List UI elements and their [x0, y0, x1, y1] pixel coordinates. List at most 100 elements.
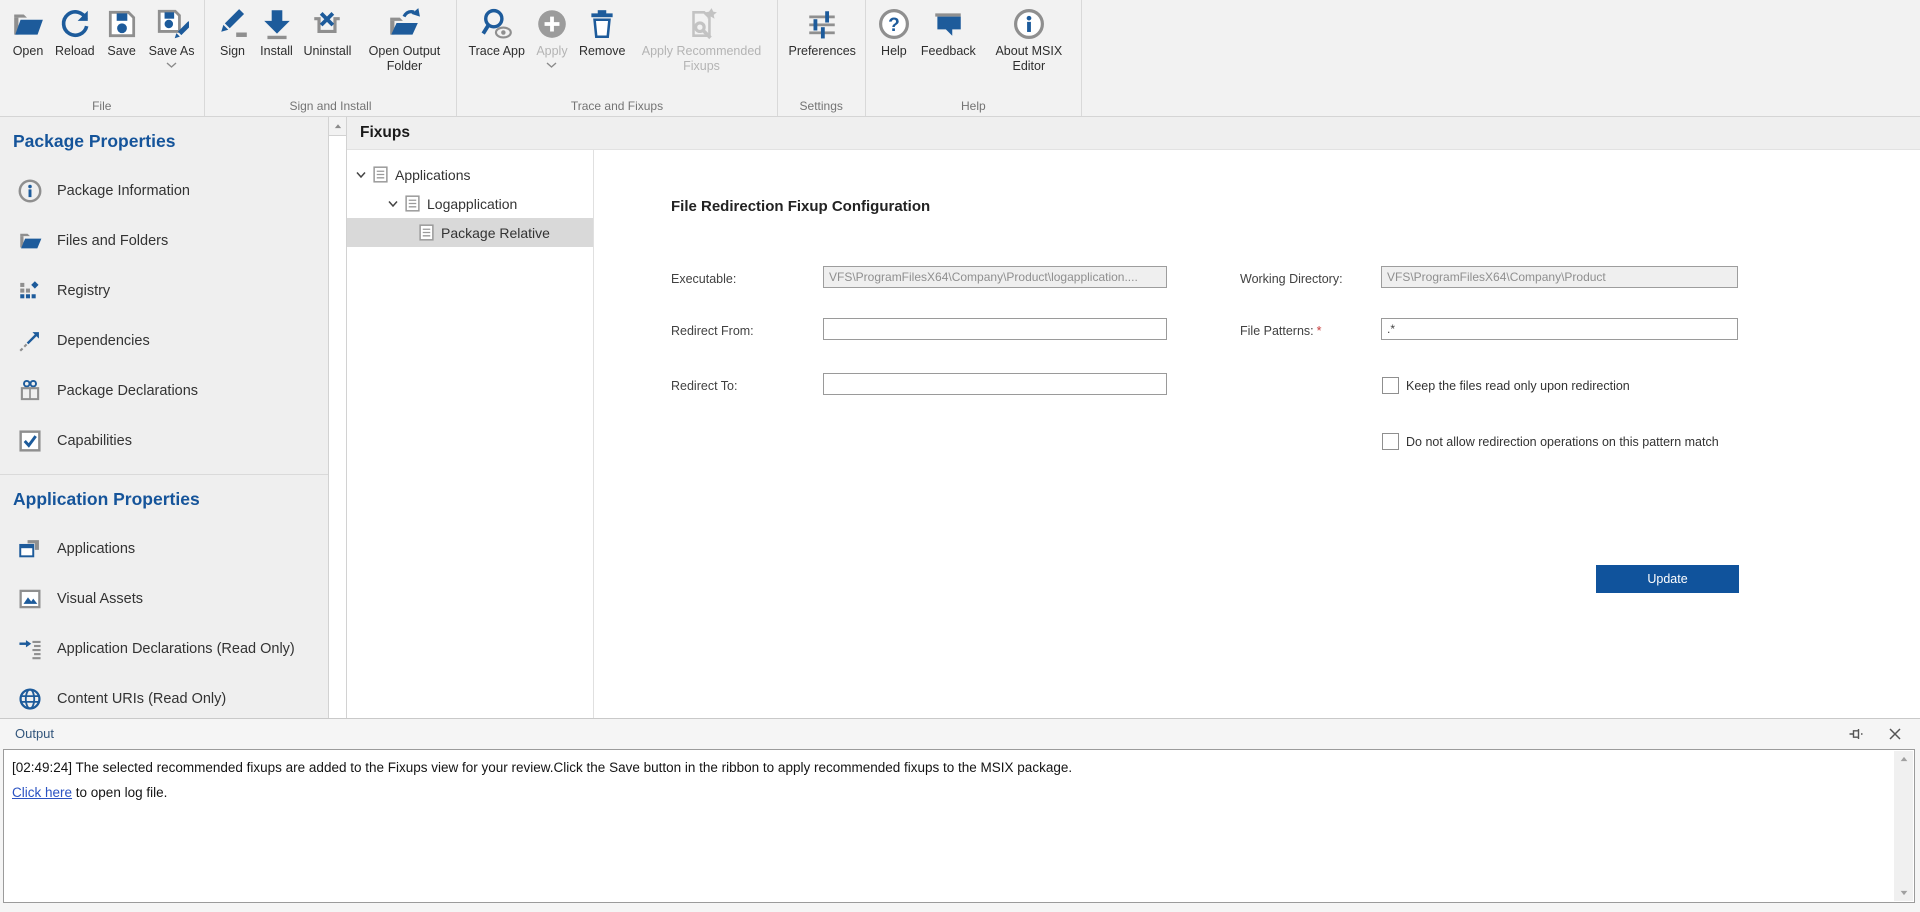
remove-button[interactable]: Remove [574, 5, 631, 61]
log-link[interactable]: Click here [12, 785, 72, 800]
save-button[interactable]: Save [100, 5, 144, 61]
ribbon-button-label: Preferences [789, 44, 856, 59]
ribbon-group-help: ?HelpFeedbackAbout MSIX EditorHelp [866, 0, 1082, 116]
sidebar-item-label: Dependencies [57, 333, 150, 349]
ribbon-button-label: Apply Recommended Fixups [636, 44, 768, 73]
install-button[interactable]: Install [255, 5, 299, 61]
scroll-up-icon [1899, 755, 1909, 763]
sidebar-heading-package-properties: Package Properties [13, 131, 328, 152]
fixups-header: Fixups [347, 117, 1920, 150]
ribbon-group-file: OpenReloadSaveSave AsFile [0, 0, 205, 116]
sidebar-item-label: Package Declarations [57, 383, 198, 399]
scroll-up-button[interactable] [329, 117, 346, 136]
sidebar-item-applications[interactable]: Applications [0, 524, 328, 574]
checkbox-label: Do not allow redirection operations on t… [1406, 435, 1719, 449]
redirect-from-label: Redirect From: [671, 324, 754, 338]
ribbon-button-label: Sign [220, 44, 245, 59]
uninstall-icon [310, 7, 344, 41]
tree-item-logapplication[interactable]: Logapplication [347, 189, 593, 218]
form-heading: File Redirection Fixup Configuration [671, 198, 930, 215]
sidebar-item-visual-assets[interactable]: Visual Assets [0, 574, 328, 624]
tree-item-label: Logapplication [427, 196, 517, 212]
tree-expander-icon[interactable] [387, 200, 399, 208]
ribbon-buttons: Trace AppApplyRemoveApply Recommended Fi… [463, 5, 772, 75]
tree-item-package-relative[interactable]: Package Relative [347, 218, 593, 247]
apply-icon [535, 7, 569, 41]
ribbon-button-label: Remove [579, 44, 626, 59]
trace-app-button[interactable]: Trace App [463, 5, 530, 61]
sidebar-item-dependencies[interactable]: Dependencies [0, 316, 328, 366]
file-patterns-input[interactable] [1381, 318, 1738, 340]
redirect-to-input[interactable] [823, 373, 1167, 395]
ribbon: OpenReloadSaveSave AsFileSignInstallUnin… [0, 0, 1920, 117]
apply-recommended-fixups-icon [685, 7, 719, 41]
pin-icon[interactable] [1848, 726, 1864, 742]
ribbon-group-caption: Trace and Fixups [457, 99, 776, 113]
redirect-from-input[interactable] [823, 318, 1167, 340]
sidebar-item-capabilities[interactable]: Capabilities [0, 416, 328, 466]
tree-item-label: Applications [395, 167, 471, 183]
save-as-button[interactable]: Save As [144, 5, 200, 70]
sign-button[interactable]: Sign [211, 5, 255, 61]
checkbox-keep-the-files-read-only-upon-redirection[interactable]: Keep the files read only upon redirectio… [1382, 377, 1630, 394]
log-line-1: [02:49:24] The selected recommended fixu… [12, 755, 1884, 780]
file-patterns-label: File Patterns:* [1240, 324, 1322, 338]
preferences-button[interactable]: Preferences [784, 5, 861, 61]
close-icon[interactable] [1888, 727, 1902, 741]
uninstall-button[interactable]: Uninstall [299, 5, 357, 61]
files-folders-icon [17, 228, 43, 254]
ribbon-group-caption: Sign and Install [205, 99, 457, 113]
tree-item-label: Package Relative [441, 225, 550, 241]
checkbox-do-not-allow-redirection-operations-on-this-pattern-match[interactable]: Do not allow redirection operations on t… [1382, 433, 1719, 450]
redirect-to-label: Redirect To: [671, 379, 737, 393]
sidebar-item-label: Registry [57, 283, 110, 299]
output-header: Output [0, 719, 1920, 749]
working-directory-input [1381, 266, 1738, 288]
save-as-icon [155, 7, 189, 41]
help-button[interactable]: ?Help [872, 5, 916, 61]
sidebar-item-package-declarations[interactable]: Package Declarations [0, 366, 328, 416]
ribbon-group-caption: Settings [778, 99, 865, 113]
output-panel: Output [02:49:24] The selected recommend… [0, 718, 1920, 912]
document-icon [373, 166, 388, 183]
ribbon-button-label: Save [107, 44, 136, 59]
feedback-button[interactable]: Feedback [916, 5, 981, 61]
save-icon [105, 7, 139, 41]
tree-expander-icon[interactable] [355, 171, 367, 179]
chevron-down-icon [546, 62, 557, 68]
about-msix-editor-button[interactable]: About MSIX Editor [981, 5, 1077, 75]
sidebar-item-label: Content URIs (Read Only) [57, 691, 226, 707]
sidebar-item-package-information[interactable]: Package Information [0, 166, 328, 216]
open-output-folder-button[interactable]: Open Output Folder [356, 5, 452, 75]
open-button[interactable]: Open [6, 5, 50, 61]
sidebar: Package Properties Package InformationFil… [0, 117, 328, 718]
sidebar-item-label: Application Declarations (Read Only) [57, 641, 295, 657]
sidebar-item-files-and-folders[interactable]: Files and Folders [0, 216, 328, 266]
sidebar-item-content-uris-read-only[interactable]: Content URIs (Read Only) [0, 674, 328, 718]
log-line-2: Click here to open log file. [12, 780, 1884, 805]
ribbon-group-settings: Preferences Settings [778, 0, 866, 116]
about-icon [1012, 7, 1046, 41]
main-body: Applications Logapplication Package Relati… [347, 150, 1920, 718]
sidebar-item-label: Visual Assets [57, 591, 143, 607]
ribbon-buttons: OpenReload Save Save As [6, 5, 200, 70]
sidebar-scrollbar[interactable] [328, 117, 347, 718]
feedback-icon [931, 7, 965, 41]
ribbon-group-sign-and-install: Sign Install Uninstall Open Output Folder Si… [205, 0, 458, 116]
open-output-folder-icon [387, 7, 421, 41]
install-icon [260, 7, 294, 41]
package-declarations-icon [17, 378, 43, 404]
tree-item-applications[interactable]: Applications [347, 160, 593, 189]
working-directory-label: Working Directory: [1240, 272, 1343, 286]
reload-button[interactable]: Reload [50, 5, 100, 61]
document-icon [405, 195, 420, 212]
output-scrollbar[interactable] [1894, 751, 1913, 901]
ribbon-button-label: Save As [149, 44, 195, 59]
sidebar-item-application-declarations-read-only[interactable]: Application Declarations (Read Only) [0, 624, 328, 674]
update-button[interactable]: Update [1596, 565, 1739, 593]
ribbon-button-label: Uninstall [304, 44, 352, 59]
ribbon-buttons: ?HelpFeedbackAbout MSIX Editor [872, 5, 1077, 75]
dependencies-icon [17, 328, 43, 354]
help-icon: ? [877, 7, 911, 41]
sidebar-item-registry[interactable]: Registry [0, 266, 328, 316]
